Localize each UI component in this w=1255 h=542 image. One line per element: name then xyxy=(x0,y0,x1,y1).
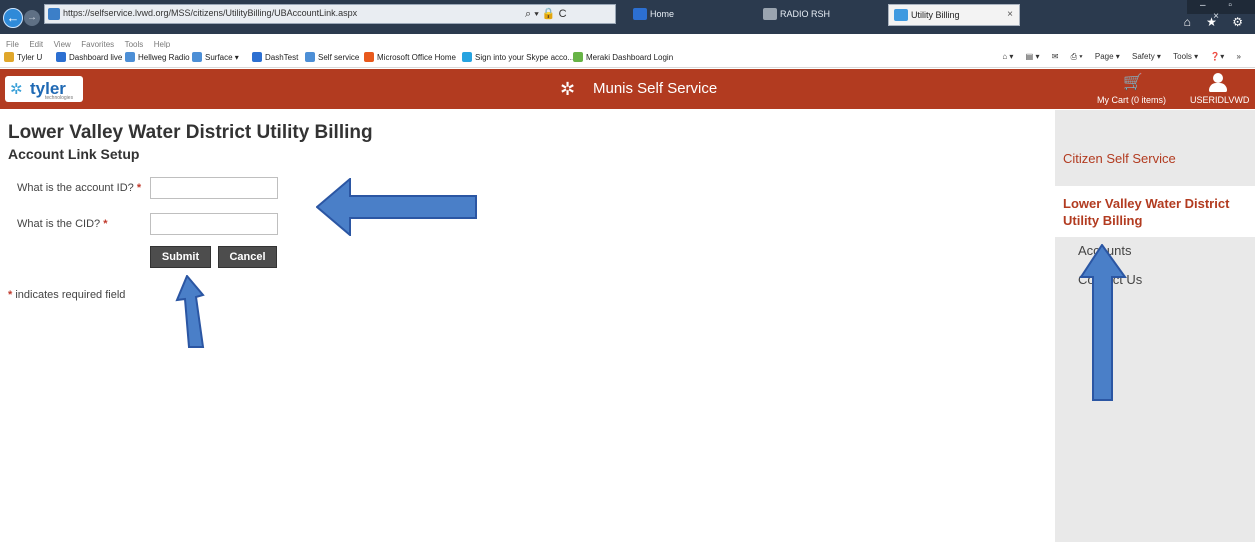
tab-utility-billing[interactable]: Utility Billing × xyxy=(888,4,1020,26)
favorite-label: Sign into your Skype acco... xyxy=(475,53,575,62)
site-icon xyxy=(48,8,60,20)
required-marker: * xyxy=(8,289,13,301)
favorite-label: Surface ▾ xyxy=(205,53,239,62)
screen: ← → https://selfservice.lvwd.org/MSS/cit… xyxy=(0,0,1255,542)
page-title: Lower Valley Water District Utility Bill… xyxy=(8,122,373,143)
favorites-bar: Tyler U Dashboard live Hellweg Radio Sur… xyxy=(0,48,1255,68)
menu-bar: File Edit View Favorites Tools Help xyxy=(0,34,1255,49)
command-bar: ⌂ ▾ ▤ ▾ ✉ ⎙ ▾ Page ▾ Safety ▾ Tools ▾ ❓▾… xyxy=(992,52,1241,62)
arrow-left-annotation xyxy=(316,178,477,236)
favorite-label: Microsoft Office Home xyxy=(377,53,456,62)
munis-logo-icon: ✲ xyxy=(560,79,576,99)
browser-titlebar: ← → https://selfservice.lvwd.org/MSS/cit… xyxy=(0,0,1255,34)
arrow-up-submit-annotation xyxy=(175,275,205,348)
favorite-hellweg-radio[interactable]: Hellweg Radio xyxy=(125,52,190,62)
address-tools-icon[interactable]: ⌕ ▾ 🔒 C xyxy=(525,7,567,21)
mail-command[interactable]: ✉ xyxy=(1052,52,1059,61)
arrow-up-sidebar-annotation xyxy=(1079,244,1127,401)
favorite-icon xyxy=(56,52,66,62)
sidebar-item-utility-billing[interactable]: Lower Valley Water District Utility Bill… xyxy=(1055,186,1255,237)
favorite-icon xyxy=(125,52,135,62)
sidebar-section-citizen-self-service[interactable]: Citizen Self Service xyxy=(1063,151,1176,166)
cart-icon[interactable]: 🛒 xyxy=(1123,72,1143,92)
tyler-logo-sub: technologies xyxy=(45,95,74,101)
account-id-input[interactable] xyxy=(150,177,278,199)
favorite-surface[interactable]: Surface ▾ xyxy=(192,52,239,62)
tyler-logo[interactable]: ✲ tyler technologies xyxy=(5,76,83,102)
favorite-tyler-u[interactable]: Tyler U xyxy=(4,52,42,62)
favorite-label: Hellweg Radio xyxy=(138,53,190,62)
favorite-self-service[interactable]: Self service xyxy=(305,52,359,62)
favorite-label: Dashboard live xyxy=(69,53,123,62)
help-menu[interactable]: ❓▾ xyxy=(1210,52,1224,61)
favorite-label: Tyler U xyxy=(17,53,43,62)
tab-radio-icon xyxy=(763,8,777,20)
app-header: ✲ tyler technologies ✲ Munis Self Servic… xyxy=(0,69,1255,109)
favorite-icon xyxy=(252,52,262,62)
submit-button[interactable]: Submit xyxy=(150,246,211,268)
user-icon-body xyxy=(1209,83,1227,92)
favorite-icon xyxy=(364,52,374,62)
account-id-label-text: What is the account ID? xyxy=(17,182,134,194)
tyler-logo-icon: ✲ xyxy=(10,81,23,98)
tab-label: Utility Billing xyxy=(911,10,960,20)
favorite-office-home[interactable]: Microsoft Office Home xyxy=(364,52,456,62)
sidebar-item-label: Lower Valley Water District Utility Bill… xyxy=(1063,196,1230,228)
window-controls[interactable]: – ▫ × xyxy=(1187,0,1255,22)
favorite-dashboard-live[interactable]: Dashboard live xyxy=(56,52,122,62)
tab-radio[interactable]: RADIO RSH xyxy=(758,4,878,26)
cid-label: What is the CID? * xyxy=(17,218,107,230)
page-menu[interactable]: Page ▾ xyxy=(1095,52,1120,61)
user-link[interactable]: USERIDLVWD xyxy=(1190,95,1249,105)
required-note: * indicates required field xyxy=(8,289,125,301)
tab-home[interactable]: Home xyxy=(628,4,748,26)
required-marker: * xyxy=(136,182,142,194)
print-command[interactable]: ⎙ ▾ xyxy=(1071,52,1083,62)
tab-label: RADIO RSH xyxy=(780,9,831,19)
favorite-skype[interactable]: Sign into your Skype acco... xyxy=(462,52,574,62)
feeds-command[interactable]: ▤ ▾ xyxy=(1026,52,1040,61)
cart-link[interactable]: My Cart (0 items) xyxy=(1097,95,1166,105)
favorite-dashtest[interactable]: DashTest xyxy=(252,52,298,62)
favorite-meraki[interactable]: Meraki Dashboard Login xyxy=(573,52,673,62)
home-command[interactable]: ⌂ ▾ xyxy=(1002,52,1013,61)
app-title: Munis Self Service xyxy=(593,80,718,97)
favorite-icon xyxy=(192,52,202,62)
safety-menu[interactable]: Safety ▾ xyxy=(1132,52,1161,61)
user-icon-head xyxy=(1213,73,1223,83)
forward-icon[interactable]: → xyxy=(24,10,40,26)
more-commands[interactable]: » xyxy=(1237,52,1241,61)
favorite-icon xyxy=(462,52,472,62)
favorite-label: Meraki Dashboard Login xyxy=(586,53,674,62)
tools-menu[interactable]: Tools ▾ xyxy=(1173,52,1198,61)
tab-utility-icon xyxy=(894,9,908,21)
tab-home-icon xyxy=(633,8,647,20)
favorite-icon xyxy=(4,52,14,62)
account-id-label: What is the account ID? * xyxy=(17,182,141,194)
browser-toolbar-icons[interactable]: ⌂ ★ ⚙ xyxy=(1184,15,1249,29)
tab-close-icon[interactable]: × xyxy=(1007,9,1013,20)
favorite-label: Self service xyxy=(318,53,360,62)
user-icon[interactable] xyxy=(1206,73,1230,93)
tab-label: Home xyxy=(650,9,675,19)
favorite-icon xyxy=(573,52,583,62)
required-note-text: indicates required field xyxy=(15,289,126,301)
cid-input[interactable] xyxy=(150,213,278,235)
page-subtitle: Account Link Setup xyxy=(8,146,140,162)
address-bar[interactable]: https://selfservice.lvwd.org/MSS/citizen… xyxy=(44,4,616,24)
address-url[interactable]: https://selfservice.lvwd.org/MSS/citizen… xyxy=(63,8,357,18)
back-icon[interactable]: ← xyxy=(3,8,23,28)
required-marker: * xyxy=(103,218,108,230)
favorite-icon xyxy=(305,52,315,62)
favorite-label: DashTest xyxy=(265,53,299,62)
cid-label-text: What is the CID? xyxy=(17,218,101,230)
cancel-button[interactable]: Cancel xyxy=(218,246,277,268)
